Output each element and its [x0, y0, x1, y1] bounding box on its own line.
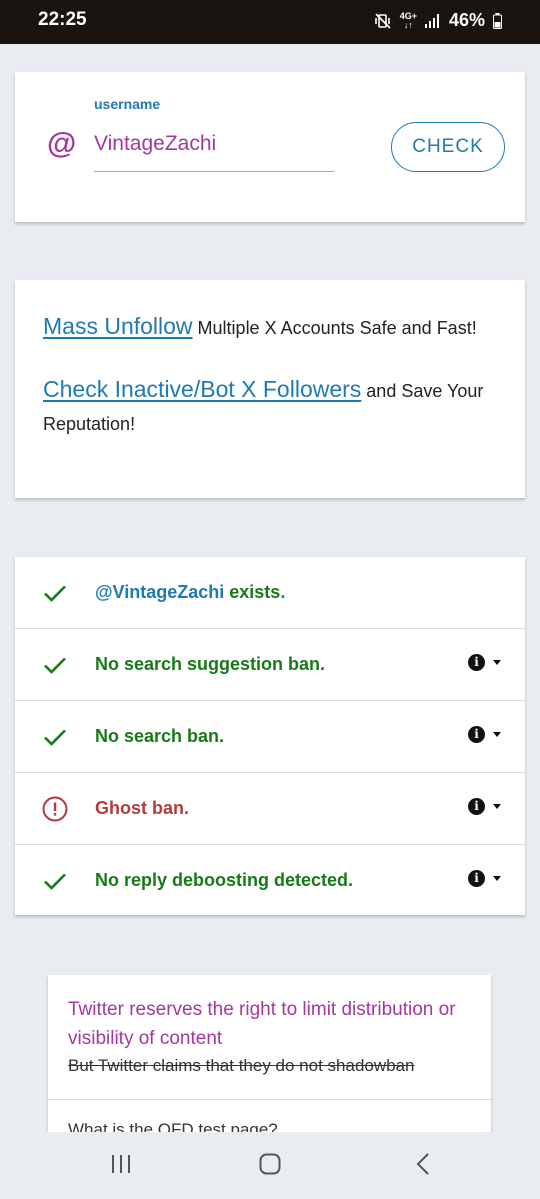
promo-line-unfollow: Mass Unfollow Multiple X Accounts Safe a… — [43, 310, 497, 345]
result-row-reply-deboosting[interactable]: No reply deboosting detected. i — [15, 845, 525, 917]
info-card: Twitter reserves the right to limit dist… — [48, 975, 491, 1132]
recent-apps-icon[interactable] — [109, 1152, 133, 1176]
result-row-exists: @VintageZachi exists. — [15, 557, 525, 629]
info-strikethrough: But Twitter claims that they do not shad… — [68, 1056, 415, 1075]
info-dropdown[interactable]: i — [468, 798, 501, 815]
username-label: username — [94, 96, 161, 112]
info-title: Twitter reserves the right to limit dist… — [68, 999, 456, 1049]
check-icon — [44, 729, 66, 746]
status-bar: 22:25 4G+ ↓↑ 46% — [0, 0, 540, 44]
warning-circle-icon — [42, 796, 68, 822]
caret-down-icon[interactable] — [493, 804, 501, 809]
back-icon[interactable] — [412, 1152, 436, 1176]
network-type: 4G+ — [399, 10, 417, 21]
result-text-search-ban: No search ban. — [95, 726, 225, 746]
info-dropdown[interactable]: i — [468, 870, 501, 887]
profile-handle-link[interactable]: @VintageZachi — [95, 582, 224, 602]
home-icon[interactable] — [258, 1152, 282, 1176]
result-text-ghost-ban: Ghost ban. — [95, 798, 189, 818]
mobile-data-icon: 4G+ ↓↑ — [399, 10, 417, 30]
battery-icon — [493, 12, 502, 29]
promo-line-inactive: Check Inactive/Bot X Followers and Save … — [43, 373, 497, 441]
result-row-search-ban[interactable]: No search ban. i — [15, 701, 525, 773]
navigation-bar — [0, 1132, 540, 1199]
result-text-reply-deboosting: No reply deboosting detected. — [95, 870, 354, 890]
status-time: 22:25 — [38, 9, 87, 30]
check-icon — [44, 585, 66, 602]
info-icon[interactable]: i — [468, 870, 485, 887]
info-icon[interactable]: i — [468, 654, 485, 671]
caret-down-icon[interactable] — [493, 732, 501, 737]
caret-down-icon[interactable] — [493, 876, 501, 881]
exists-label: exists — [224, 582, 281, 602]
faq-question[interactable]: What is the QFD test page? — [68, 1120, 278, 1132]
divider — [48, 1099, 491, 1100]
at-sign-icon: @ — [47, 127, 77, 160]
battery-percent: 46% — [448, 10, 485, 30]
result-row-ghost-ban[interactable]: Ghost ban. i — [15, 773, 525, 845]
info-dropdown[interactable]: i — [468, 726, 501, 743]
results-card: @VintageZachi exists. No search suggesti… — [15, 557, 525, 915]
caret-down-icon[interactable] — [493, 660, 501, 665]
mass-unfollow-link[interactable]: Mass Unfollow — [43, 313, 193, 339]
check-icon — [44, 873, 66, 890]
username-card: @ username CHECK — [15, 72, 525, 222]
mute-vibrate-icon — [374, 12, 392, 30]
result-text-suggestion-ban: No search suggestion ban. — [95, 654, 326, 674]
status-icons: 4G+ ↓↑ 46% — [374, 10, 502, 31]
signal-icon — [424, 13, 441, 28]
username-input[interactable] — [94, 128, 334, 172]
info-dropdown[interactable]: i — [468, 654, 501, 671]
check-button[interactable]: CHECK — [391, 122, 505, 172]
promo-card: Mass Unfollow Multiple X Accounts Safe a… — [15, 280, 525, 498]
info-icon[interactable]: i — [468, 798, 485, 815]
result-row-suggestion-ban[interactable]: No search suggestion ban. i — [15, 629, 525, 701]
check-icon — [44, 657, 66, 674]
info-icon[interactable]: i — [468, 726, 485, 743]
promo-text-1: Multiple X Accounts Safe and Fast! — [192, 318, 477, 338]
result-text-exists: @VintageZachi exists. — [95, 582, 285, 603]
check-inactive-link[interactable]: Check Inactive/Bot X Followers — [43, 376, 361, 402]
exists-suffix: . — [280, 582, 286, 602]
